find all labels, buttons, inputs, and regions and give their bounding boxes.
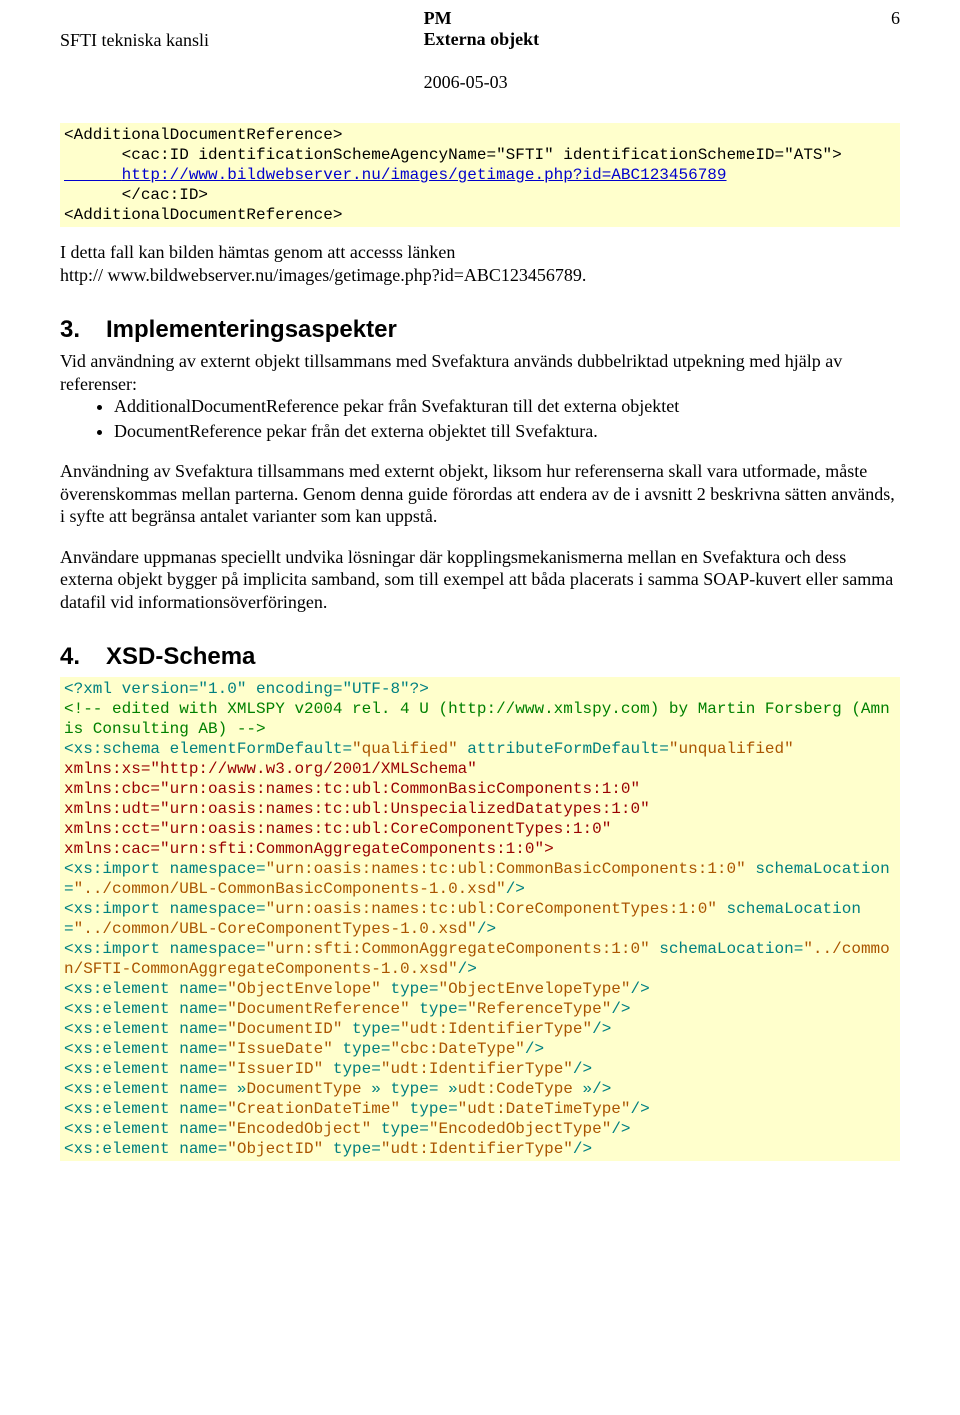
- code-attr: "IssueDate": [227, 1040, 333, 1058]
- code-attr: "DocumentReference": [227, 1000, 409, 1018]
- code-line: />: [506, 880, 525, 898]
- code-line: />: [525, 1040, 544, 1058]
- section-4-heading: 4.XSD-Schema: [60, 643, 900, 671]
- code-line: />: [477, 920, 496, 938]
- page: SFTI tekniska kansli PM Externa objekt 2…: [0, 0, 960, 1201]
- code-line: <AdditionalDocumentReference>: [64, 126, 342, 144]
- code-attr: "urn:oasis:names:tc:ubl:CoreComponentTyp…: [266, 900, 717, 918]
- paragraph: Användare uppmanas speciellt undvika lös…: [60, 546, 900, 614]
- code-attr: "unqualified": [669, 740, 794, 758]
- para-text: I detta fall kan bilden hämtas genom att…: [60, 241, 900, 264]
- code-attr: "EncodedObject": [227, 1120, 371, 1138]
- code-line: »/>: [583, 1080, 612, 1098]
- code-attr: "udt:IdentifierType": [400, 1020, 592, 1038]
- code-attr: DocumentType: [246, 1080, 371, 1098]
- code-line: type=: [333, 1040, 391, 1058]
- section-title: Implementeringsaspekter: [106, 316, 397, 343]
- code-line: <xs:import namespace=: [64, 900, 266, 918]
- code-attr: "cbc:DateType": [390, 1040, 524, 1058]
- code-line: />: [573, 1140, 592, 1158]
- section-3-heading: 3.Implementeringsaspekter: [60, 316, 900, 344]
- bullet-list: AdditionalDocumentReference pekar från S…: [60, 395, 900, 442]
- code-line: <xs:import namespace=: [64, 860, 266, 878]
- code-line: </cac:ID>: [64, 186, 208, 204]
- paragraph: I detta fall kan bilden hämtas genom att…: [60, 241, 900, 286]
- code-attr: udt:CodeType: [458, 1080, 583, 1098]
- paragraph: Vid användning av externt objekt tillsam…: [60, 350, 900, 395]
- code-line: <xs:element name=: [64, 1000, 227, 1018]
- code-line: xmlns:xs="http://www.w3.org/2001/XMLSche…: [64, 760, 477, 778]
- code-line: />: [592, 1020, 611, 1038]
- code-attr: "udt:IdentifierType": [381, 1060, 573, 1078]
- code-attr: "udt:IdentifierType": [381, 1140, 573, 1158]
- code-line: <xs:element name=: [64, 1060, 227, 1078]
- code-line: xmlns:cbc="urn:oasis:names:tc:ubl:Common…: [64, 780, 640, 798]
- code-line: <xs:element name=: [64, 980, 227, 998]
- code-attr: "../common/UBL-CoreComponentTypes-1.0.xs…: [74, 920, 477, 938]
- code-line: schemaLocation=: [650, 940, 804, 958]
- xsd-schema-code: <?xml version="1.0" encoding="UTF-8"?> <…: [60, 677, 900, 1161]
- paragraph: Användning av Svefaktura tillsammans med…: [60, 460, 900, 528]
- code-attr: "udt:DateTimeType": [458, 1100, 631, 1118]
- code-line: />: [611, 1120, 630, 1138]
- xml-snippet-1: <AdditionalDocumentReference> <cac:ID id…: [60, 123, 900, 227]
- code-line: type=: [371, 1120, 429, 1138]
- header-org: SFTI tekniska kansli: [60, 30, 424, 51]
- section-number: 3.: [60, 316, 106, 344]
- code-line: <xs:element name=: [64, 1100, 227, 1118]
- code-line: type=: [400, 1100, 458, 1118]
- section-title: XSD-Schema: [106, 643, 255, 670]
- header-date: 2006-05-03: [424, 72, 860, 93]
- code-attr: "urn:sfti:CommonAggregateComponents:1:0": [266, 940, 650, 958]
- code-attr: "ObjectEnvelopeType": [438, 980, 630, 998]
- page-header: SFTI tekniska kansli PM Externa objekt 2…: [60, 0, 900, 93]
- link-text: http:// www.bildwebserver.nu/images/geti…: [60, 264, 900, 287]
- list-item: AdditionalDocumentReference pekar från S…: [114, 395, 900, 418]
- header-center: PM Externa objekt 2006-05-03: [424, 8, 860, 93]
- code-line: />: [573, 1060, 592, 1078]
- code-line: <xs:element name=: [64, 1140, 227, 1158]
- code-line: <?xml version="1.0" encoding="UTF-8"?>: [64, 680, 429, 698]
- code-line: />: [611, 1000, 630, 1018]
- code-line: » type= »: [371, 1080, 457, 1098]
- code-line: xmlns:cac="urn:sfti:CommonAggregateCompo…: [64, 840, 554, 858]
- list-item: DocumentReference pekar från det externa…: [114, 420, 900, 443]
- code-line: />: [631, 1100, 650, 1118]
- code-line: xmlns:cct="urn:oasis:names:tc:ubl:CoreCo…: [64, 820, 611, 838]
- code-attr: "urn:oasis:names:tc:ubl:CommonBasicCompo…: [266, 860, 746, 878]
- code-line: type=: [342, 1020, 400, 1038]
- code-line: type=: [381, 980, 439, 998]
- code-line: <xs:import namespace=: [64, 940, 266, 958]
- code-attr: "IssuerID": [227, 1060, 323, 1078]
- code-attr: "ReferenceType": [467, 1000, 611, 1018]
- code-line: />: [631, 980, 650, 998]
- code-attr: "../common/UBL-CommonBasicComponents-1.0…: [74, 880, 506, 898]
- code-attr: "ObjectEnvelope": [227, 980, 381, 998]
- code-link[interactable]: http://www.bildwebserver.nu/images/getim…: [64, 166, 727, 184]
- code-line: <xs:element name=: [64, 1020, 227, 1038]
- code-line: <xs:schema elementFormDefault=: [64, 740, 352, 758]
- code-attr: "ObjectID": [227, 1140, 323, 1158]
- code-line: xmlns:udt="urn:oasis:names:tc:ubl:Unspec…: [64, 800, 650, 818]
- section-number: 4.: [60, 643, 106, 671]
- code-line: <AdditionalDocumentReference>: [64, 206, 342, 224]
- header-left: SFTI tekniska kansli: [60, 8, 424, 93]
- header-title: Externa objekt: [424, 29, 860, 50]
- code-comment: <!-- edited with XMLSPY v2004 rel. 4 U (…: [64, 700, 890, 738]
- code-line: <xs:element name= »: [64, 1080, 246, 1098]
- code-attr: "qualified": [352, 740, 458, 758]
- header-pm: PM: [424, 8, 860, 29]
- code-attr: "EncodedObjectType": [429, 1120, 611, 1138]
- page-number: 6: [860, 8, 900, 93]
- code-line: attributeFormDefault=: [458, 740, 669, 758]
- code-line: />: [458, 960, 477, 978]
- code-line: type=: [323, 1060, 381, 1078]
- code-attr: "CreationDateTime": [227, 1100, 400, 1118]
- code-line: type=: [323, 1140, 381, 1158]
- code-attr: "DocumentID": [227, 1020, 342, 1038]
- code-line: <xs:element name=: [64, 1120, 227, 1138]
- code-line: <cac:ID identificationSchemeAgencyName="…: [64, 146, 842, 164]
- code-line: type=: [410, 1000, 468, 1018]
- code-line: <xs:element name=: [64, 1040, 227, 1058]
